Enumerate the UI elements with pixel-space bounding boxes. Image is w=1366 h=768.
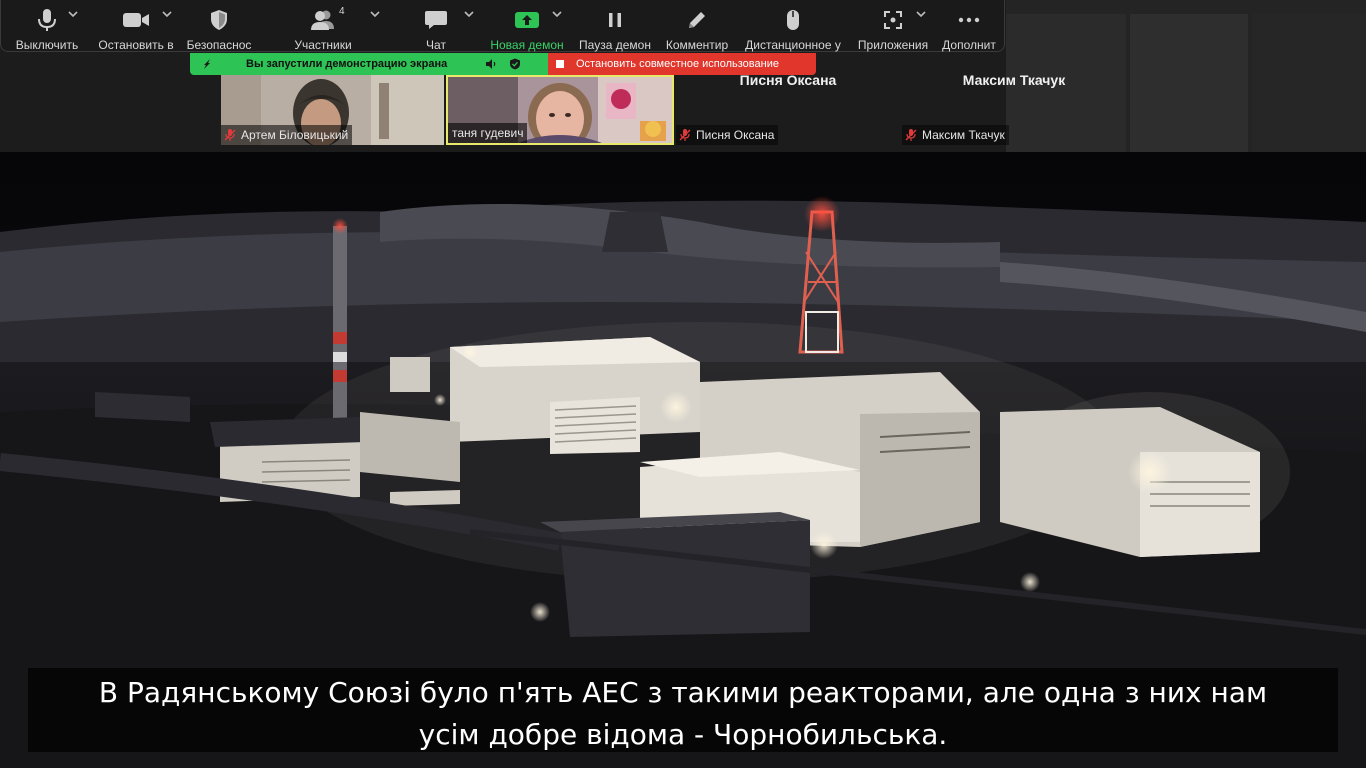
participant-center-name: Максим Ткачук (962, 72, 1066, 88)
chat-bubble-icon (416, 6, 456, 34)
subtitle-line-2: усім добре відома - Чорнобильська. (418, 718, 948, 751)
chat-button[interactable]: Чат (415, 0, 457, 52)
chat-options-chevron-icon[interactable] (463, 9, 475, 19)
participant-name-bar: Артем Біловицький (221, 125, 353, 145)
new-share-button[interactable]: Новая демон (487, 0, 567, 52)
video-camera-icon (116, 6, 156, 34)
shield-icon (199, 6, 239, 34)
participants-button[interactable]: Участники (287, 0, 359, 52)
zoom-meeting-window: Выключить Остановить в Безопаснос Участн… (0, 0, 1366, 768)
apps-label: Приложения (857, 38, 929, 52)
remote-control-label: Дистанционное у (745, 38, 841, 52)
stop-square-icon (556, 60, 564, 68)
stop-video-button[interactable]: Остановить в (93, 0, 179, 52)
stop-video-label: Остановить в (98, 38, 174, 52)
participants-icon (303, 6, 343, 34)
apps-options-chevron-icon[interactable] (915, 9, 927, 19)
video-options-chevron-icon[interactable] (161, 9, 173, 19)
more-label: Дополнит (942, 38, 996, 52)
share-screen-arrow-icon (507, 6, 547, 34)
participant-name-bar: таня гудевич (448, 123, 528, 143)
meeting-toolbar: Выключить Остановить в Безопаснос Участн… (0, 0, 1005, 52)
participants-count-badge: 4 (339, 6, 345, 17)
annotate-label: Комментир (665, 38, 729, 52)
apps-icon (873, 6, 913, 34)
mute-label: Выключить (15, 38, 79, 52)
microphone-muted-icon (224, 129, 236, 141)
share-options-chevron-icon[interactable] (551, 9, 563, 19)
more-button[interactable]: Дополнит (935, 0, 1003, 52)
sharing-indicator[interactable]: Вы запустили демонстрацию экрана (190, 53, 548, 75)
microphone-muted-icon (679, 129, 691, 141)
subtitle-line-1: В Радянському Союзі було п'ять АЕС з так… (98, 676, 1268, 709)
more-dots-icon (949, 6, 989, 34)
pause-icon (595, 6, 635, 34)
pencil-icon (677, 6, 717, 34)
pause-share-label: Пауза демон (579, 38, 651, 52)
video-subtitle: В Радянському Союзі було п'ять АЕС з так… (28, 672, 1338, 756)
new-share-label: Новая демон (490, 38, 564, 52)
speaker-icon[interactable] (485, 58, 497, 70)
shield-check-icon[interactable] (509, 58, 521, 70)
video-tile-participant-3[interactable]: Писня Оксана Писня Оксана (676, 66, 900, 145)
chat-label: Чат (426, 38, 446, 52)
mouse-icon (773, 6, 813, 34)
participant-name: Артем Біловицький (241, 128, 349, 142)
security-button[interactable]: Безопаснос (181, 0, 257, 52)
microphone-muted-icon (905, 129, 917, 141)
remote-control-button[interactable]: Дистанционное у (741, 0, 845, 52)
share-grip-icon (204, 59, 210, 69)
participant-center-name: Писня Оксана (739, 72, 837, 88)
sharing-status-text: Вы запустили демонстрацию экрана (246, 58, 448, 70)
participant-name: Писня Оксана (696, 128, 775, 142)
mute-options-chevron-icon[interactable] (67, 9, 79, 19)
participant-name-bar: Писня Оксана (676, 125, 779, 145)
annotate-button[interactable]: Комментир (661, 0, 733, 52)
microphone-icon (27, 6, 67, 34)
participants-options-chevron-icon[interactable] (369, 9, 381, 19)
video-tile-participant-2[interactable]: таня гудевич (446, 75, 674, 145)
security-label: Безопаснос (186, 38, 252, 52)
video-tile-participant-4[interactable]: Максим Ткачук Максим Ткачук (902, 66, 1126, 145)
participant-name: таня гудевич (452, 126, 524, 140)
apps-button[interactable]: Приложения (853, 0, 933, 52)
participants-label: Участники (294, 38, 352, 52)
participant-name-bar: Максим Ткачук (902, 125, 1009, 145)
video-tile-participant-1[interactable]: Артем Біловицький (221, 75, 444, 145)
pause-share-button[interactable]: Пауза демон (577, 0, 653, 52)
mute-button[interactable]: Выключить (9, 0, 85, 52)
participant-name: Максим Ткачук (922, 128, 1005, 142)
